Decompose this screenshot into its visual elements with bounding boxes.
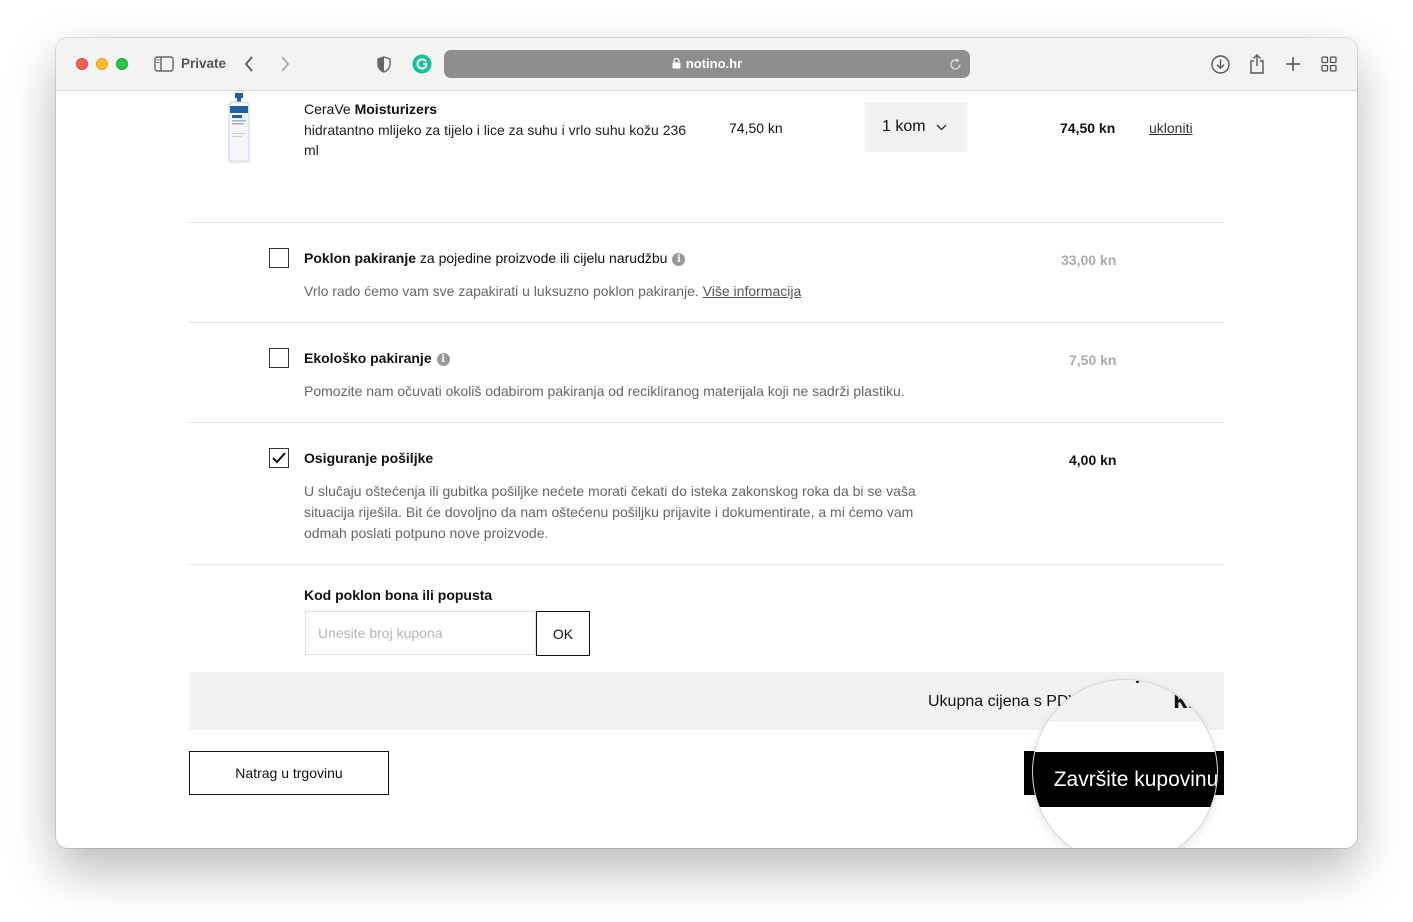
gift-packaging-checkbox[interactable] — [269, 248, 289, 268]
chevron-down-icon — [936, 124, 947, 131]
coupon-input[interactable] — [305, 611, 536, 655]
zoom-window-button[interactable] — [116, 58, 128, 70]
download-icon[interactable] — [1209, 53, 1231, 75]
share-icon[interactable] — [1246, 52, 1268, 76]
sidebar-icon[interactable] — [153, 54, 175, 74]
product-line: Moisturizers — [354, 101, 438, 117]
gift-packaging-price: 33,00 kn — [1061, 252, 1117, 268]
chevron-right-icon[interactable] — [276, 53, 294, 75]
eco-packaging-title-bold: Ekološko pakiranje — [304, 350, 432, 366]
shipment-insurance-checkbox[interactable] — [269, 448, 289, 468]
gift-packaging-title-rest: za pojedine proizvode ili cijelu narudžb… — [416, 250, 668, 266]
shield-icon[interactable] — [374, 53, 394, 75]
quantity-value: 1 kom — [882, 118, 926, 135]
magnified-currency: kn — [1173, 684, 1204, 714]
unit-price: 74,50 kn — [729, 120, 783, 136]
plus-icon[interactable] — [1282, 53, 1304, 75]
eco-packaging-checkbox[interactable] — [269, 348, 289, 368]
browser-toolbar: Private notino.hr — [56, 38, 1357, 91]
product-description: hidratantno mlijeko za tijelo i lice za … — [304, 122, 687, 158]
magnified-fragment — [1136, 680, 1139, 683]
info-icon[interactable]: i — [436, 353, 450, 366]
lock-icon — [672, 58, 681, 69]
eco-packaging-description: Pomozite nam očuvati okoliš odabirom pak… — [304, 383, 905, 399]
tab-grid-icon[interactable] — [1318, 53, 1340, 75]
reload-icon[interactable] — [946, 55, 964, 73]
url-text: notino.hr — [685, 56, 743, 71]
gift-packaging-description-text: Vrlo rado ćemo vam sve zapakirati u luks… — [304, 283, 703, 299]
product-brand: CeraVe — [304, 101, 351, 117]
divider — [189, 422, 1224, 423]
line-total-price: 74,50 kn — [1060, 120, 1116, 136]
info-icon[interactable]: i — [672, 253, 686, 266]
private-browsing-label: Private — [181, 56, 227, 71]
url-display: notino.hr — [444, 50, 970, 78]
gift-packaging-title-bold: Poklon pakiranje — [304, 250, 417, 266]
coupon-submit-button[interactable]: OK — [536, 611, 590, 656]
shipment-insurance-title-bold: Osiguranje pošiljke — [304, 450, 434, 466]
divider — [189, 564, 1224, 565]
page-content: CeraVe Moisturizers hidratantno mlijeko … — [56, 91, 1357, 848]
browser-window: Private notino.hr CeraVe Moisturizers hi… — [56, 38, 1357, 848]
remove-item-link[interactable]: ukloniti — [1149, 120, 1193, 136]
back-to-shop-button[interactable]: Natrag u trgovinu — [189, 751, 389, 795]
shipment-insurance-description: U slučaju oštećenja ili gubitka pošiljke… — [304, 483, 916, 541]
shipment-insurance-title: Osiguranje pošiljke — [304, 450, 433, 466]
close-window-button[interactable] — [76, 58, 88, 70]
eco-packaging-price: 7,50 kn — [1069, 352, 1117, 368]
magnified-finish-button[interactable]: Završite kupovinu — [1033, 752, 1217, 807]
grammarly-icon[interactable] — [411, 53, 433, 75]
more-info-link[interactable]: Više informacija — [703, 283, 802, 299]
divider — [189, 222, 1224, 223]
gift-packaging-title: Poklon pakiranje za pojedine proizvode i… — [304, 250, 686, 266]
magnifier-overlay: kn Završite kupovinu — [1032, 679, 1218, 848]
quantity-select[interactable]: 1 kom — [865, 102, 967, 152]
gift-packaging-description: Vrlo rado ćemo vam sve zapakirati u luks… — [304, 281, 801, 302]
shipment-insurance-price: 4,00 kn — [1069, 452, 1117, 468]
minimize-window-button[interactable] — [96, 58, 108, 70]
divider — [189, 322, 1224, 323]
address-bar[interactable]: notino.hr — [444, 50, 970, 78]
product-image[interactable] — [222, 93, 258, 164]
checkmark-icon — [272, 452, 286, 464]
chevron-left-icon[interactable] — [240, 53, 258, 75]
coupon-label: Kod poklon bona ili popusta — [304, 587, 493, 603]
product-name[interactable]: CeraVe Moisturizers — [304, 101, 437, 117]
eco-packaging-title: Ekološko pakiranje i — [304, 350, 450, 366]
